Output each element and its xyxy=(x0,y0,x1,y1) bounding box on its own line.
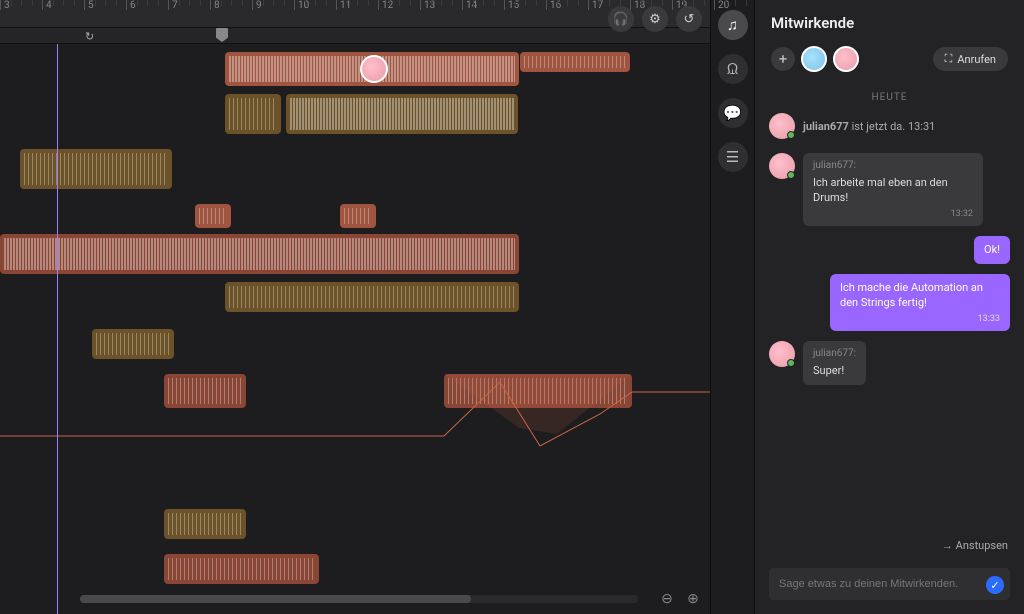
midi-clip[interactable] xyxy=(286,94,518,134)
video-icon: ⛶ xyxy=(945,52,953,66)
nudge-label: Anstupsen xyxy=(956,539,1008,552)
audio-clip[interactable] xyxy=(0,234,519,274)
chat-day-label: HEUTE xyxy=(769,92,1010,103)
audio-clip[interactable] xyxy=(520,52,630,72)
chat-message: Ok! xyxy=(769,236,1010,263)
ruler-tick: 11 xyxy=(336,0,351,10)
zoom-in-button[interactable]: ⊕ xyxy=(684,590,702,608)
online-indicator xyxy=(787,171,795,179)
loop-end-marker[interactable] xyxy=(216,28,228,42)
chat-message: Ich mache die Automation an den Strings … xyxy=(769,274,1010,331)
right-toolbar: ♫ ᙉ 💬 ☰ xyxy=(710,0,754,614)
online-indicator xyxy=(787,131,795,139)
ruler-tick: 15 xyxy=(504,0,519,10)
top-controls: 🎧 ⚙ ↺ xyxy=(608,6,702,32)
collaborators-panel-button[interactable]: ᙉ xyxy=(718,54,748,84)
add-collaborator-button[interactable]: + xyxy=(771,47,795,71)
compose-area: ✓ xyxy=(755,558,1024,614)
message-bubble: Ok! xyxy=(974,236,1010,263)
tracks-area[interactable] xyxy=(0,44,710,614)
ruler-tick: 13 xyxy=(420,0,435,10)
playhead[interactable] xyxy=(57,44,58,614)
audio-clip[interactable] xyxy=(195,204,231,228)
scrollbar-thumb[interactable] xyxy=(80,595,471,603)
collaborators-row: + ⛶ Anrufen xyxy=(755,42,1024,86)
message-text: Ich mache die Automation an den Strings … xyxy=(840,280,1000,311)
message-bubble: julian677: Super! xyxy=(803,341,866,384)
ruler-tick: 6 xyxy=(126,0,136,10)
midi-clip[interactable] xyxy=(164,509,246,539)
audio-clip[interactable] xyxy=(164,554,319,584)
compose-input[interactable] xyxy=(769,568,1010,600)
message-bubble: Ich mache die Automation an den Strings … xyxy=(830,274,1010,331)
collaborator-avatar[interactable] xyxy=(833,46,859,72)
message-time: 13:33 xyxy=(840,313,1000,326)
loop-bar[interactable]: ↻ xyxy=(0,28,710,44)
bottom-controls: ⊖ ⊕ xyxy=(0,590,702,608)
zoom-out-button[interactable]: ⊖ xyxy=(658,590,676,608)
midi-clip[interactable] xyxy=(20,149,172,189)
mixer-panel-button[interactable]: ☰ xyxy=(718,142,748,172)
ruler-tick: 9 xyxy=(252,0,262,10)
ruler-tick: 16 xyxy=(546,0,561,10)
ruler-tick: 14 xyxy=(462,0,477,10)
call-button[interactable]: ⛶ Anrufen xyxy=(933,47,1008,71)
chat-message: julian677: Super! xyxy=(769,341,1010,384)
music-panel-button[interactable]: ♫ xyxy=(718,10,748,40)
message-author: julian677: xyxy=(813,347,856,361)
midi-clip[interactable] xyxy=(225,94,281,134)
ruler-tick: 8 xyxy=(210,0,220,10)
undo-button[interactable]: ↺ xyxy=(676,6,702,32)
call-button-label: Anrufen xyxy=(957,53,996,66)
automation-line[interactable] xyxy=(0,374,710,454)
ruler-tick: 7 xyxy=(168,0,178,10)
ruler-tick: 12 xyxy=(378,0,393,10)
message-bubble: julian677: Ich arbeite mal eben an den D… xyxy=(803,153,983,226)
ruler-tick: 17 xyxy=(588,0,603,10)
arrow-icon: → xyxy=(942,539,953,552)
avatar xyxy=(769,153,795,179)
send-button[interactable]: ✓ xyxy=(986,576,1004,594)
timeline-ruler[interactable]: 34567891011121314151617181920 xyxy=(0,0,710,28)
message-text: Ich arbeite mal eben an den Drums! xyxy=(813,175,973,206)
message-author: julian677: xyxy=(813,159,973,173)
presence-message: julian677 ist jetzt da. 13:31 xyxy=(769,113,1010,139)
loop-start-icon[interactable]: ↻ xyxy=(85,30,94,43)
avatar xyxy=(769,341,795,367)
midi-clip[interactable] xyxy=(225,282,519,312)
headphones-button[interactable]: 🎧 xyxy=(608,6,634,32)
horizontal-scrollbar[interactable] xyxy=(80,595,638,603)
timeline-area: 34567891011121314151617181920 ↻ xyxy=(0,0,710,614)
online-indicator xyxy=(787,359,795,367)
ruler-tick: 20 xyxy=(714,0,729,10)
ruler-tick: 3 xyxy=(0,0,10,10)
ruler-tick: 10 xyxy=(294,0,309,10)
chat-panel-button[interactable]: 💬 xyxy=(718,98,748,128)
ruler-tick: 5 xyxy=(84,0,94,10)
collaborators-sidebar: Mitwirkende + ⛶ Anrufen HEUTE julian677 … xyxy=(754,0,1024,614)
chat-message: julian677: Ich arbeite mal eben an den D… xyxy=(769,153,1010,226)
message-time: 13:32 xyxy=(813,208,973,221)
collaborator-cursor-avatar xyxy=(360,55,388,83)
nudge-button[interactable]: → Anstupsen xyxy=(755,533,1024,558)
midi-clip[interactable] xyxy=(92,329,174,359)
collaborator-avatar[interactable] xyxy=(801,46,827,72)
chat-messages: HEUTE julian677 ist jetzt da. 13:31 juli… xyxy=(755,86,1024,533)
audio-clip[interactable] xyxy=(340,204,376,228)
message-text: Ok! xyxy=(984,242,1000,257)
sidebar-title: Mitwirkende xyxy=(771,14,854,32)
message-text: Super! xyxy=(813,363,856,378)
avatar xyxy=(769,113,795,139)
ruler-tick: 4 xyxy=(42,0,52,10)
settings-button[interactable]: ⚙ xyxy=(642,6,668,32)
